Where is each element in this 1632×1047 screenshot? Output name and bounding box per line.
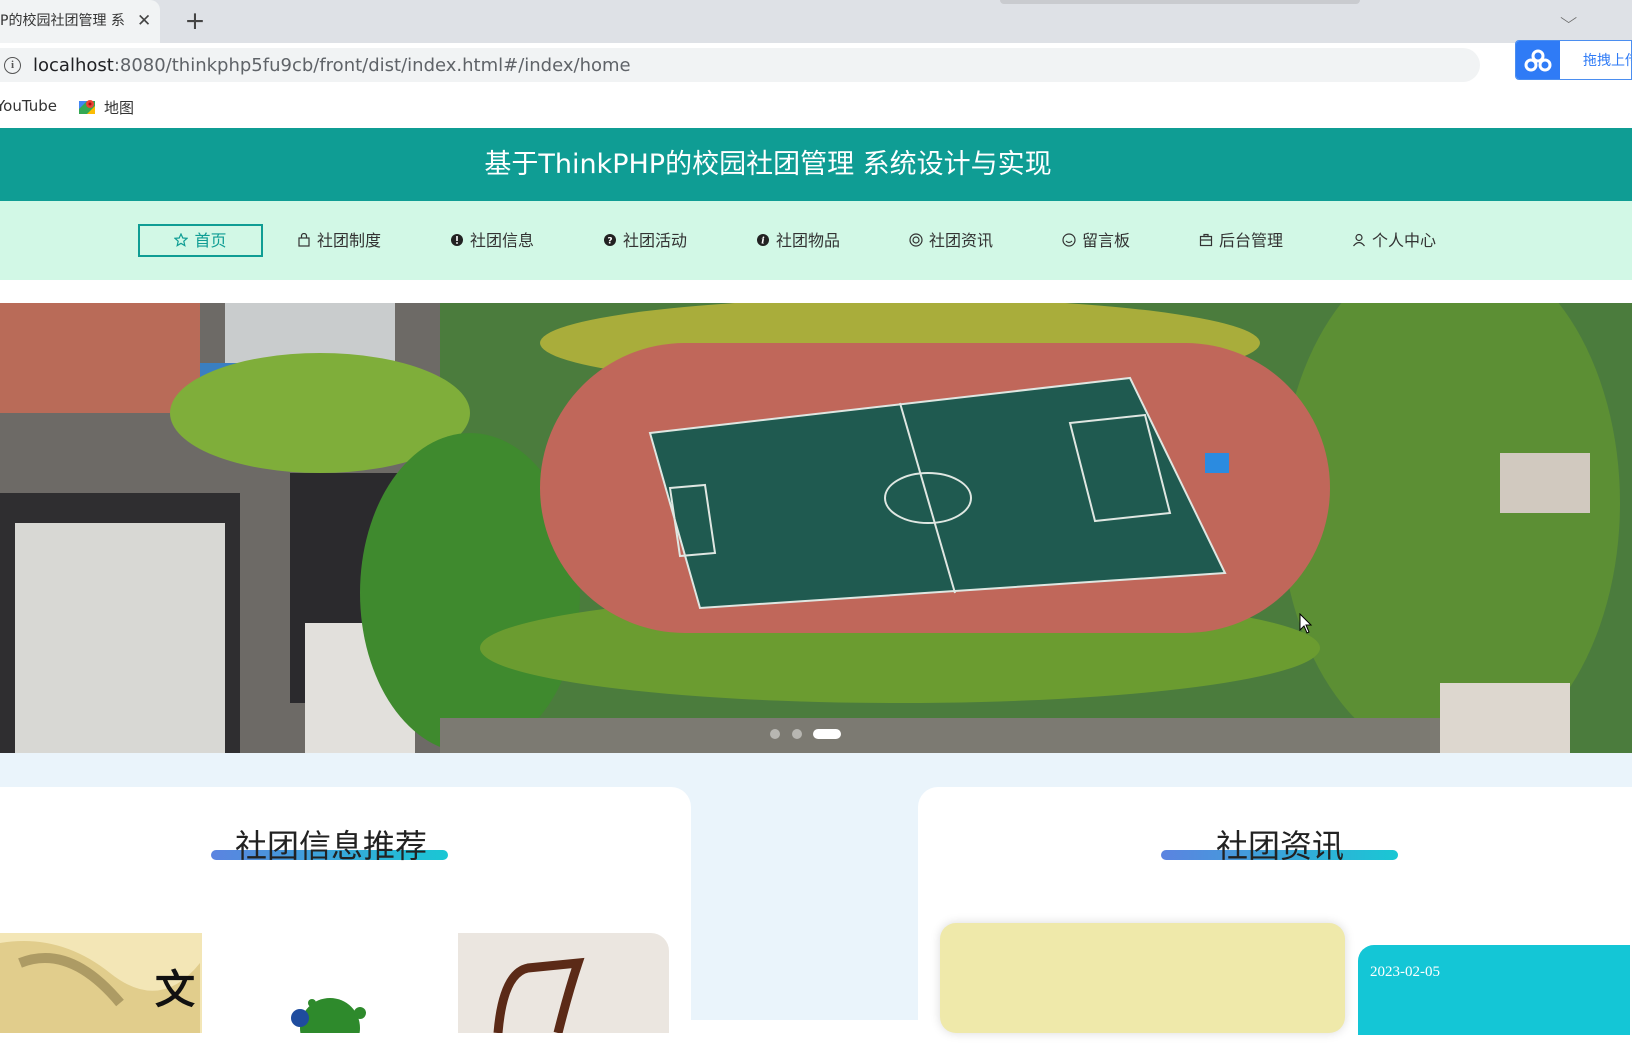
carousel-dot[interactable] xyxy=(792,729,802,739)
nav-item-club-info[interactable]: 社团信息 xyxy=(450,224,534,257)
site-header: 基于ThinkPHP的校园社团管理 系统设计与实现 xyxy=(0,128,1632,201)
nav-item-admin[interactable]: 后台管理 xyxy=(1199,224,1283,257)
brush-character-image xyxy=(493,957,585,1033)
carousel-dot-active[interactable] xyxy=(813,729,841,739)
url-field[interactable]: i localhost:8080/thinkphp5fu9cb/front/di… xyxy=(0,48,1480,82)
carousel-banner[interactable] xyxy=(0,303,1632,753)
nav-label: 社团物品 xyxy=(776,231,841,250)
nav-label: 社团资讯 xyxy=(929,231,994,250)
upload-extension-button[interactable]: 拖拽上传 xyxy=(1515,40,1632,80)
bookmark-label: 地图 xyxy=(104,99,135,117)
club-info-section: 社团信息推荐 文 xyxy=(0,787,691,1047)
club-thumbnail[interactable] xyxy=(202,933,458,1033)
campus-aerial-image xyxy=(0,303,1632,753)
svg-text:文: 文 xyxy=(155,966,195,1013)
tab-title: P的校园社团管理 系 xyxy=(0,13,125,29)
nav-item-activities[interactable]: ? 社团活动 xyxy=(603,224,687,257)
bag-icon xyxy=(298,233,310,247)
club-news-section: 社团资讯 2023-02-05 xyxy=(918,787,1632,1047)
bookmark-map[interactable]: 地图 xyxy=(78,97,134,118)
nav-item-items[interactable]: i 社团物品 xyxy=(756,224,840,257)
site-title: 基于ThinkPHP的校园社团管理 系统设计与实现 xyxy=(484,149,1052,180)
url-text[interactable]: localhost:8080/thinkphp5fu9cb/front/dist… xyxy=(33,55,631,76)
nav-label: 留言板 xyxy=(1082,231,1131,250)
new-tab-button[interactable]: + xyxy=(180,6,210,36)
info-filled-icon: i xyxy=(757,234,769,247)
nav-label: 后台管理 xyxy=(1219,231,1284,250)
section-title: 社团信息推荐 xyxy=(235,827,428,865)
svg-text:?: ? xyxy=(607,237,612,247)
bookmark-youtube[interactable]: YouTube xyxy=(0,97,57,115)
star-icon xyxy=(174,233,189,247)
club-thumbnail[interactable]: 文 xyxy=(0,933,202,1033)
carousel-dot[interactable] xyxy=(770,729,780,739)
target-icon xyxy=(909,233,923,247)
nav-label: 个人中心 xyxy=(1372,231,1437,250)
nav-label: 社团制度 xyxy=(317,231,382,250)
close-icon[interactable]: ✕ xyxy=(137,0,151,43)
cloud-icon xyxy=(1516,41,1560,79)
nav-label: 首页 xyxy=(194,231,227,250)
chat-icon xyxy=(1062,233,1076,247)
nav-item-news[interactable]: 社团资讯 xyxy=(909,224,993,257)
news-date: 2023-02-05 xyxy=(1370,964,1440,980)
tab-drag-indicator xyxy=(1000,0,1360,4)
nav-item-profile[interactable]: 个人中心 xyxy=(1352,224,1436,257)
content-area: 社团信息推荐 文 社团资讯 2023-02-05 xyxy=(0,753,1632,1047)
address-bar: i localhost:8080/thinkphp5fu9cb/front/di… xyxy=(0,43,1632,86)
mouse-cursor-icon xyxy=(1299,613,1313,634)
section-title: 社团资讯 xyxy=(1216,827,1345,865)
svg-text:i: i xyxy=(761,237,765,247)
info-icon[interactable]: i xyxy=(4,57,21,74)
carousel-indicators xyxy=(0,724,1632,744)
browser-tab-strip: P的校园社团管理 系 ✕ + ⌵ xyxy=(0,0,1632,43)
nav-label: 社团活动 xyxy=(623,231,688,250)
chevron-down-icon[interactable]: ⌵ xyxy=(1560,9,1577,27)
calligraphy-image: 文 xyxy=(0,941,200,1033)
info-circle-icon xyxy=(451,234,463,246)
user-icon xyxy=(1353,233,1365,247)
news-card-featured[interactable] xyxy=(940,923,1345,1033)
nav-item-home[interactable]: 首页 xyxy=(138,224,263,257)
browser-tab[interactable]: P的校园社团管理 系 ✕ xyxy=(0,0,160,43)
ink-splash-image xyxy=(291,998,366,1033)
main-nav: 首页 社团制度 社团信息 ? 社团活动 i 社团物品 社团资讯 留言板 后台管理 个… xyxy=(0,201,1632,280)
question-circle-icon: ? xyxy=(604,234,616,247)
bookmarks-bar: YouTube 地图 xyxy=(0,86,1632,128)
nav-item-rules[interactable]: 社团制度 xyxy=(297,224,381,257)
club-thumbnail[interactable] xyxy=(458,933,669,1033)
extension-label: 拖拽上传 xyxy=(1583,53,1631,69)
suitcase-icon xyxy=(1199,233,1213,247)
news-card[interactable]: 2023-02-05 xyxy=(1358,945,1630,1035)
nav-item-message-board[interactable]: 留言板 xyxy=(1062,224,1130,257)
nav-label: 社团信息 xyxy=(470,231,535,250)
map-icon xyxy=(79,100,95,114)
